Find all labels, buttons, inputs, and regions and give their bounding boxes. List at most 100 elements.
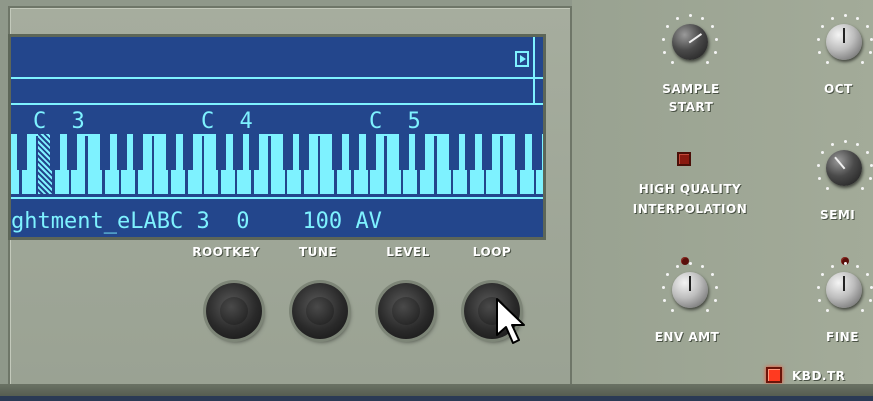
black-key[interactable] — [481, 134, 492, 170]
kbd-track-label: KBD.TR — [792, 369, 846, 383]
high-quality-label-line2: INTERPOLATION — [632, 202, 748, 216]
loop-label: LOOP — [472, 245, 512, 259]
scale-tick — [710, 25, 714, 29]
loop-value: AV — [355, 209, 382, 234]
scale-tick — [713, 50, 717, 54]
black-key[interactable] — [100, 134, 110, 170]
black-key[interactable] — [448, 134, 459, 170]
rootkey-value: C 3 — [169, 209, 210, 234]
black-key[interactable] — [166, 134, 177, 170]
scale-tick — [821, 273, 825, 277]
black-key[interactable] — [17, 134, 27, 170]
scale-tick — [701, 264, 705, 268]
level-knob[interactable] — [378, 283, 434, 339]
scale-tick — [705, 61, 709, 65]
rootkey-label: ROOTKEY — [192, 245, 260, 259]
play-arrow-icon[interactable] — [515, 51, 529, 67]
key-map-keyboard[interactable] — [11, 134, 543, 196]
scale-tick — [715, 37, 719, 41]
scale-tick — [826, 309, 830, 313]
scale-tick — [688, 13, 692, 17]
scale-tick — [865, 273, 869, 277]
scale-tick — [710, 273, 714, 277]
sample-start-label-line2: START — [668, 100, 714, 114]
scale-tick — [816, 37, 820, 41]
sample-info-row: ghtment_eLABC 3 0 100 AV — [11, 209, 382, 234]
panel-bottom-edge — [0, 396, 873, 401]
black-key[interactable] — [232, 134, 243, 170]
black-key[interactable] — [50, 134, 61, 170]
black-key[interactable] — [465, 134, 476, 170]
scale-tick — [830, 264, 834, 268]
black-key[interactable] — [531, 134, 542, 170]
scale-tick — [663, 298, 667, 302]
scale-tick — [675, 16, 679, 20]
black-key[interactable] — [415, 134, 426, 170]
scale-tick — [843, 261, 847, 265]
fine-knob[interactable] — [826, 272, 862, 308]
black-key[interactable] — [133, 134, 144, 170]
kbd-track-led[interactable] — [766, 367, 782, 383]
scale-tick — [705, 309, 709, 313]
scale-tick — [821, 25, 825, 29]
black-key[interactable] — [282, 134, 293, 170]
rootkey-knob[interactable] — [206, 283, 262, 339]
black-key[interactable] — [299, 134, 310, 170]
scale-tick — [818, 50, 822, 54]
black-key[interactable] — [398, 134, 409, 170]
scale-tick — [843, 13, 847, 17]
tune-knob[interactable] — [292, 283, 348, 339]
black-key[interactable] — [66, 134, 77, 170]
scale-tick — [856, 264, 860, 268]
scale-tick — [688, 261, 692, 265]
env-amt-label: ENV AMT — [654, 330, 720, 344]
env-amt-knob[interactable] — [672, 272, 708, 308]
scale-tick — [826, 187, 830, 191]
black-key[interactable] — [515, 134, 525, 170]
scale-tick — [818, 176, 822, 180]
black-key[interactable] — [349, 134, 359, 170]
scale-tick — [666, 25, 670, 29]
lcd-divider-vertical — [533, 37, 535, 103]
semi-label: SEMI — [820, 208, 856, 222]
sample-start-label-line1: SAMPLE — [662, 82, 720, 96]
scale-tick — [671, 61, 675, 65]
scale-tick — [856, 16, 860, 20]
black-key[interactable] — [249, 134, 260, 170]
sample-start-knob[interactable] — [672, 24, 708, 60]
tune-value: 0 — [236, 209, 250, 234]
scale-tick — [856, 142, 860, 146]
black-key[interactable] — [365, 134, 376, 170]
scale-tick — [826, 61, 830, 65]
lcd-divider-top — [11, 77, 543, 79]
scale-tick — [818, 298, 822, 302]
note-label-c4: C 4 — [201, 109, 259, 134]
octave-label: OCT — [824, 82, 853, 96]
scale-tick — [843, 139, 847, 143]
semi-knob[interactable] — [826, 150, 862, 186]
scale-tick — [671, 309, 675, 313]
black-key[interactable] — [183, 134, 193, 170]
sample-lcd-display: C 3 C 4 C 5 ghtment_eLABC 3 0 100 AV — [8, 34, 546, 240]
scale-tick — [868, 176, 872, 180]
scale-tick — [821, 151, 825, 155]
scale-tick — [816, 285, 820, 289]
octave-knob[interactable] — [826, 24, 862, 60]
black-key[interactable] — [116, 134, 127, 170]
high-quality-led[interactable] — [677, 152, 691, 166]
scale-tick — [675, 264, 679, 268]
scale-tick — [830, 16, 834, 20]
scale-tick — [860, 61, 864, 65]
note-label-c5: C 5 — [369, 109, 427, 134]
sample-name: ghtment_eLAB — [11, 209, 170, 234]
high-quality-label-line1: HIGH QUALITY — [638, 182, 742, 196]
black-key[interactable] — [332, 134, 343, 170]
scale-tick — [701, 16, 705, 20]
scale-tick — [860, 309, 864, 313]
scale-tick — [868, 298, 872, 302]
level-label: LEVEL — [386, 245, 430, 259]
scale-tick — [715, 285, 719, 289]
black-key[interactable] — [216, 134, 227, 170]
mouse-pointer-icon — [496, 298, 525, 344]
lcd-divider-middle — [11, 103, 543, 105]
